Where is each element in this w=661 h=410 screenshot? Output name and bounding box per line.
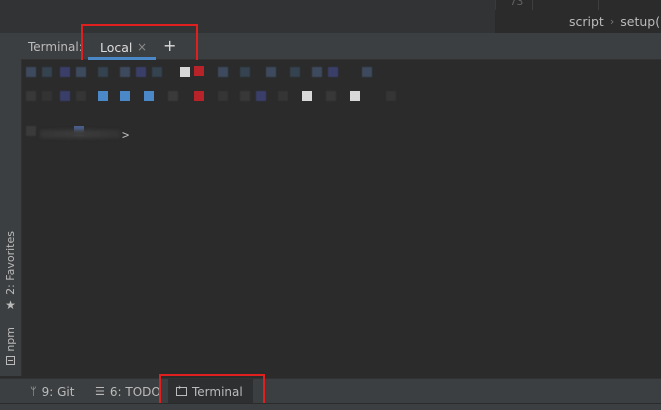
todo-tab-label: 6: TODO [109, 384, 161, 399]
redacted-block [350, 91, 360, 101]
git-tool-tab[interactable]: ᛘ 9: Git [30, 379, 74, 404]
npm-label: npm [4, 327, 17, 352]
editor-area: 73 script › setup( [0, 0, 661, 33]
redacted-block [26, 91, 36, 101]
npm-tool-tab[interactable]: npm [0, 327, 21, 365]
favorites-tool-tab[interactable]: 2: Favorites ★ [0, 231, 21, 312]
redacted-block [26, 67, 36, 77]
close-icon[interactable]: × [137, 40, 147, 54]
redacted-block [312, 67, 322, 77]
line-number: 73 [510, 0, 524, 8]
redacted-prompt-path [40, 130, 120, 138]
redacted-block [240, 91, 250, 101]
terminal-icon [176, 383, 187, 396]
todo-tool-tab[interactable]: ☰ 6: TODO [95, 379, 161, 404]
redacted-block [386, 91, 396, 101]
breadcrumb-item-setup[interactable]: setup( [620, 14, 660, 29]
left-tool-strip: 2: Favorites ★ npm [0, 33, 22, 376]
tab-local-label: Local [100, 40, 133, 55]
new-terminal-tab-button[interactable]: + [163, 36, 176, 55]
redacted-block [120, 91, 130, 101]
terminal-prompt: > [122, 128, 130, 142]
redacted-block [256, 91, 266, 101]
redacted-block [60, 67, 70, 77]
redacted-block [144, 91, 154, 101]
redacted-block [26, 126, 36, 136]
redacted-block [290, 67, 300, 77]
npm-icon [6, 355, 15, 365]
terminal-title: Terminal: [28, 40, 83, 54]
redacted-block [152, 67, 162, 77]
terminal-tab-bar: Terminal: Local × + [21, 33, 661, 60]
redacted-block [168, 91, 178, 101]
redacted-block [218, 91, 228, 101]
redacted-block [240, 67, 250, 77]
star-icon: ★ [5, 297, 16, 312]
list-icon: ☰ [95, 385, 105, 398]
git-branch-icon: ᛘ [30, 385, 37, 398]
terminal-tool-tab[interactable]: Terminal [168, 379, 253, 404]
redacted-block [120, 67, 130, 77]
chevron-right-icon: › [609, 15, 615, 28]
gutter-divider [598, 0, 599, 10]
git-tab-label: 9: Git [41, 384, 75, 399]
favorites-label: 2: Favorites [4, 231, 17, 295]
redacted-block [60, 91, 70, 101]
redacted-block [42, 91, 52, 101]
redacted-block [76, 91, 86, 101]
redacted-block [180, 67, 190, 77]
terminal-tab-label: Terminal [192, 384, 243, 399]
redacted-block [328, 67, 338, 77]
terminal-output[interactable] [22, 60, 661, 376]
breadcrumb-item-script[interactable]: script [569, 14, 604, 29]
redacted-block [98, 91, 108, 101]
redacted-block [362, 67, 372, 77]
redacted-block [98, 67, 108, 77]
gutter-divider [532, 0, 533, 10]
breadcrumb: script › setup( [495, 10, 661, 33]
redacted-block [302, 91, 312, 101]
redacted-block [266, 67, 276, 77]
redacted-block [278, 91, 288, 101]
redacted-block [326, 91, 336, 101]
redacted-block [42, 67, 52, 77]
redacted-block [194, 66, 204, 76]
redacted-block [136, 67, 146, 77]
redacted-block [194, 91, 204, 101]
tab-local[interactable]: Local × [88, 33, 156, 60]
redacted-block [218, 67, 228, 77]
redacted-block [76, 67, 86, 77]
bottom-tool-bar: ᛘ 9: Git ☰ 6: TODO Terminal [0, 378, 661, 404]
editor-left-pane [0, 0, 495, 33]
